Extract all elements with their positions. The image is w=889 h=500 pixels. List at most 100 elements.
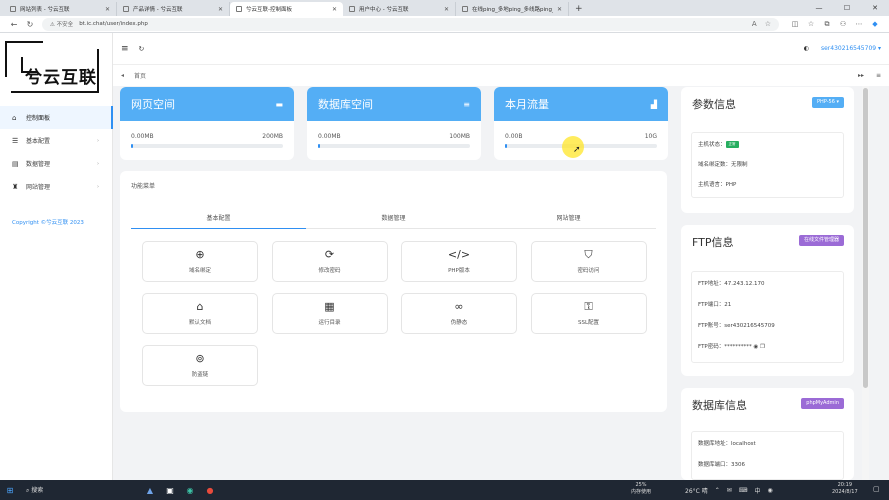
browser-tab[interactable]: 网站列表 - 兮云互联 ✕ — [4, 2, 117, 16]
widget-landscape-icon[interactable]: ▲ — [140, 486, 160, 495]
tab-close-icon[interactable]: ✕ — [218, 6, 223, 13]
function-item-label: 伪静态 — [450, 320, 468, 326]
tab-close-icon[interactable]: ✕ — [557, 6, 562, 13]
sidebar-item[interactable]: ▤ 数据管理 › — [0, 152, 113, 175]
tab-options-icon[interactable]: ≡ — [876, 72, 881, 79]
tab-scroll-right-icon[interactable]: ▸▸ — [858, 72, 864, 79]
sidebar-item[interactable]: ⌂ 控制面板 — [0, 106, 113, 129]
browser-tab[interactable]: 兮云互联-控制面板 ✕ — [230, 2, 343, 16]
phpmyadmin-button[interactable]: phpMyAdmin — [801, 398, 844, 409]
copilot-icon[interactable]: ◆ — [867, 20, 883, 29]
breadcrumb-home-tab[interactable]: 首页 — [134, 71, 146, 80]
maximize-button[interactable]: ☐ — [833, 0, 861, 16]
tray-overflow-icon[interactable]: ⌃ — [715, 487, 720, 494]
split-screen-icon[interactable]: ◫ — [787, 20, 803, 29]
tab-title: 兮云互联-控制面板 — [246, 7, 292, 13]
scrollbar-thumb[interactable] — [863, 88, 868, 388]
back-button[interactable]: ← — [6, 20, 22, 29]
sidebar-item[interactable]: ♜ 网站管理 › — [0, 175, 113, 198]
tray-mail-icon[interactable]: ✉ — [727, 487, 732, 494]
params-panel: 参数信息 PHP-56 ▾ 主机状态： 正常 域名绑定数：无限制 主机语言：PHP — [681, 87, 854, 213]
tab-scroll-left-icon[interactable]: ◂ — [121, 72, 124, 79]
input-method-indicator[interactable]: 中 — [754, 486, 760, 495]
usage-progress-fill — [131, 144, 133, 148]
usage-progress-fill — [318, 144, 320, 148]
tab-close-icon[interactable]: ✕ — [332, 6, 337, 13]
tab-close-icon[interactable]: ✕ — [105, 6, 110, 13]
page-scrollbar[interactable] — [862, 86, 869, 480]
taskbar-search[interactable]: ⌕ 搜索 — [20, 483, 100, 497]
function-item[interactable]: ⊕ 域名绑定 — [142, 241, 258, 282]
function-tab[interactable]: 数据管理 — [306, 209, 481, 228]
function-item-icon: ⛉ — [584, 248, 593, 261]
collections-icon[interactable]: ⧉ — [819, 20, 835, 29]
logo-text: 兮云互联 — [25, 68, 97, 88]
chevron-right-icon: › — [97, 137, 99, 144]
stat-card: 数据库空间 ≡ 0.00MB 100MB — [307, 87, 481, 160]
taskbar-apps: ▲ ▣ ◉ ● — [140, 486, 220, 495]
tray-keyboard-icon[interactable]: ⌨ — [739, 487, 748, 494]
read-aloud-icon[interactable]: A — [752, 20, 757, 28]
function-item-icon: ⊕ — [195, 248, 205, 261]
browser-tab[interactable]: 用户中心 - 兮云互联 ✕ — [343, 2, 456, 16]
sidebar-item-label: 网站管理 — [26, 184, 51, 191]
params-row-value: 无限制 — [731, 162, 748, 168]
refresh-icon[interactable]: ↻ — [139, 45, 145, 53]
function-tab[interactable]: 网站管理 — [481, 209, 656, 228]
new-tab-button[interactable]: + — [569, 2, 589, 16]
function-item[interactable]: ⛉ 密码访问 — [530, 241, 647, 282]
function-item[interactable]: ▦ 运行目录 — [271, 293, 388, 334]
tab-title: 网站列表 - 兮云互联 — [20, 7, 70, 13]
sidebar-item[interactable]: ☰ 基本配置 › — [0, 129, 113, 152]
function-tab[interactable]: 基本配置 — [131, 209, 306, 229]
extensions-icon[interactable]: ⚇ — [835, 20, 851, 29]
database-row-value: localhost — [731, 441, 756, 447]
usage-progress-bar — [318, 144, 470, 148]
recording-app-icon[interactable]: ● — [200, 486, 220, 495]
favorite-star-icon[interactable]: ☆ — [765, 20, 771, 28]
reload-button[interactable]: ↻ — [22, 20, 38, 29]
sidebar-item-icon: ♜ — [12, 182, 19, 191]
notification-icon[interactable]: ▢ — [873, 485, 880, 493]
ftp-info-row: FTP密码：********** ◉ ❐ — [698, 342, 765, 350]
function-item-icon: ⚿ — [584, 300, 593, 313]
function-item-icon: ⊚ — [195, 352, 205, 365]
tray-network-icon[interactable]: ◉ — [767, 487, 772, 494]
task-view-icon[interactable]: ▣ — [160, 486, 180, 495]
online-file-manager-button[interactable]: 在线文件管理器 — [798, 235, 844, 246]
database-row-value: 3306 — [731, 462, 746, 468]
browser-tab[interactable]: 产品详情 - 兮云互联 ✕ — [117, 2, 230, 16]
function-item[interactable]: ⟳ 修改密码 — [271, 241, 388, 282]
tab-close-icon[interactable]: ✕ — [444, 6, 449, 13]
stat-card-title: 网页空间 — [131, 98, 175, 111]
minimize-button[interactable]: — — [805, 0, 833, 16]
weather-indicator[interactable]: 26°C 晴 — [685, 486, 708, 495]
stat-used-value: 0.00MB — [131, 133, 154, 140]
function-item-label: 域名绑定 — [188, 268, 211, 274]
start-button-icon[interactable]: ⊞ — [0, 486, 20, 495]
url-field[interactable]: ⚠ 不安全 bt.ic.chat/user/index.php A ☆ — [42, 17, 779, 31]
brand-logo[interactable]: 兮云互联 — [3, 37, 105, 103]
function-item[interactable]: ⚿ SSL配置 — [530, 293, 647, 334]
php-version-select[interactable]: PHP-56 ▾ — [812, 97, 844, 108]
browser-tab[interactable]: 在线ping_多地ping_多线路ping_ ✕ — [456, 2, 569, 16]
close-window-button[interactable]: ✕ — [861, 0, 889, 16]
function-item[interactable]: ⊚ 防盗链 — [142, 345, 258, 386]
function-item[interactable]: ⌂ 默认文档 — [142, 293, 258, 334]
function-item[interactable]: ∞ 伪静态 — [401, 293, 517, 334]
function-item-icon: </> — [447, 248, 471, 261]
favorites-icon[interactable]: ☆ — [803, 20, 819, 29]
stat-card: 网页空间 ▬ 0.00MB 200MB — [120, 87, 294, 160]
more-options-icon[interactable]: ⋯ — [851, 20, 867, 29]
menu-toggle-icon[interactable]: ≡ — [121, 44, 129, 54]
not-secure-indicator[interactable]: ⚠ 不安全 — [50, 20, 73, 28]
edge-browser-icon[interactable]: ◉ — [180, 486, 200, 495]
memory-percent: 25% — [635, 482, 647, 488]
taskbar-clock[interactable]: 20:19 2024/8/17 — [832, 482, 858, 496]
address-bar: ← ↻ ⚠ 不安全 bt.ic.chat/user/index.php A ☆ … — [0, 16, 889, 33]
tab-favicon-icon — [462, 6, 468, 12]
toolbar-icons: ◫ ☆ ⧉ ⚇ ⋯ ◆ — [787, 20, 883, 29]
function-item[interactable]: </> PHP版本 — [401, 241, 517, 282]
user-menu[interactable]: ser430216545709 ▾ — [821, 45, 881, 52]
theme-icon[interactable]: ◐ — [804, 45, 809, 52]
